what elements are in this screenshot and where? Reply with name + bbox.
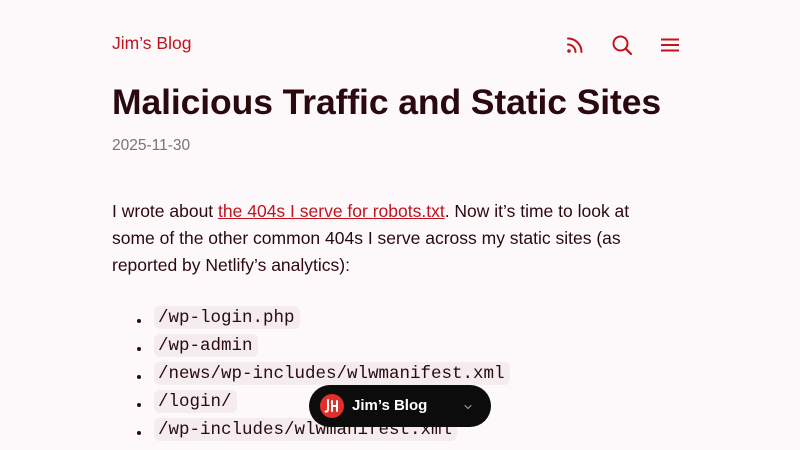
list-item: /wp-admin: [112, 334, 510, 362]
post-intro-paragraph: I wrote about the 404s I serve for robot…: [112, 198, 672, 279]
page: Jim’s Blog Malicious Traffic and Static …: [0, 0, 800, 450]
bullet-icon: [137, 375, 141, 379]
robots-404s-link[interactable]: the 404s I serve for robots.txt: [218, 201, 445, 221]
site-switcher-pill[interactable]: Jim’s Blog: [309, 385, 491, 427]
path-code: /wp-login.php: [154, 306, 300, 329]
bullet-icon: [137, 403, 141, 407]
bullet-icon: [137, 319, 141, 323]
site-header: Jim’s Blog: [112, 30, 680, 58]
rss-icon[interactable]: [562, 32, 588, 58]
path-code: /news/wp-includes/wlwmanifest.xml: [154, 362, 510, 385]
bullet-icon: [137, 431, 141, 435]
menu-icon[interactable]: [657, 32, 683, 58]
search-icon[interactable]: [609, 32, 635, 58]
site-title-link[interactable]: Jim’s Blog: [112, 33, 191, 54]
post-title: Malicious Traffic and Static Sites: [112, 82, 661, 122]
bullet-icon: [137, 347, 141, 351]
site-logo-icon: [320, 394, 344, 418]
intro-text-before: I wrote about: [112, 201, 219, 221]
post-date: 2025-11-30: [112, 137, 191, 154]
chevron-down-icon: [462, 400, 474, 412]
pill-label: Jim’s Blog: [352, 397, 428, 414]
path-code: /wp-admin: [154, 334, 258, 357]
path-code: /login/: [154, 390, 237, 413]
list-item: /wp-login.php: [112, 306, 510, 334]
